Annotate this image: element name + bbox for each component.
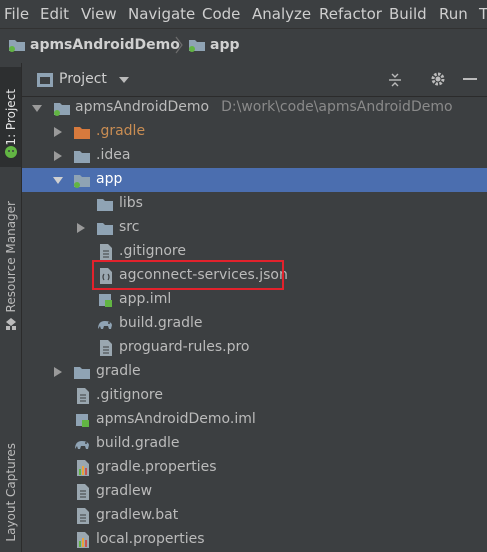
breadcrumb-project-label: apmsAndroidDemo [30,37,180,53]
tree-item-gradlew-bat[interactable]: gradlew.bat [22,504,487,528]
text-file-icon [100,340,112,356]
menu-refactor[interactable]: Refactor [319,5,382,23]
menu-view[interactable]: View [81,5,117,23]
menu-run[interactable]: Run [439,5,468,23]
text-file-icon [100,244,112,260]
breadcrumb-module-label: app [210,37,240,53]
tree-item-gradlew[interactable]: gradlew [22,480,487,504]
tree-item-app-build-gradle[interactable]: build.gradle [22,312,487,336]
tree-item-label: gradlew.bat [96,507,179,523]
menu-tools[interactable]: T [479,5,487,23]
chevron-right-icon[interactable] [52,150,64,162]
highlight-box [92,260,284,290]
tree-item-proguard-rules[interactable]: proguard-rules.pro [22,336,487,360]
menu-bar: File Edit View Navigate Code Analyze Ref… [0,0,487,28]
tree-item-path: D:\work\code\apmsAndroidDemo [221,99,453,115]
iml-file-icon [99,294,112,307]
module-folder-icon [74,175,90,188]
folder-icon [97,199,113,211]
tree-item-local-properties[interactable]: local.properties [22,528,487,552]
tree-item-label: libs [119,195,143,211]
tree-item-apmsandroiddemo[interactable]: apmsAndroidDemo D:\work\code\apmsAndroidD… [22,96,487,120]
tree-item-label: proguard-rules.pro [119,339,250,355]
chevron-right-icon[interactable] [52,366,64,378]
minimize-icon[interactable] [463,78,477,82]
properties-file-icon [77,532,89,548]
tool-window-strip: 1: Project Resource Manager Layout Captu… [0,63,22,552]
tree-item-label: .gitignore [96,387,163,403]
properties-file-icon [77,460,89,476]
breadcrumb: apmsAndroidDemo app [0,28,487,64]
tree-item-label: .idea [96,147,131,163]
gradle-icon [75,441,89,449]
text-file-icon [77,388,89,404]
gradle-icon [98,321,112,329]
module-folder-icon [9,40,25,52]
tree-item-idea[interactable]: .idea [22,144,487,168]
resource-manager-icon [6,318,16,330]
tree-item-label: gradle [96,363,141,379]
tab-layout-captures[interactable]: Layout Captures [0,435,21,549]
tree-item-label: app [96,171,123,187]
module-folder-icon [54,103,70,116]
tree-item-label: gradlew [96,483,153,499]
tree-item-label: .gradle [96,123,146,139]
tree-item-app[interactable]: app [22,168,487,192]
tree-item-label: src [119,219,140,235]
tree-item-gradle-cache[interactable]: .gradle [22,120,487,144]
android-icon [5,146,17,158]
folder-icon [97,223,113,235]
breadcrumb-project[interactable]: apmsAndroidDemo [8,37,180,53]
tab-layout-captures-label: Layout Captures [3,442,18,542]
tree-item-libs[interactable]: libs [22,192,487,216]
chevron-right-icon[interactable] [52,126,64,138]
tree-item-label: app.iml [119,291,172,307]
folder-icon [74,151,90,163]
tab-resource-manager[interactable]: Resource Manager [0,187,21,327]
tree-item-label: apmsAndroidDemo D:\work\code\apmsAndroidD… [75,99,453,115]
tree-item-label: build.gradle [119,315,203,331]
tree-item-label: gradle.properties [96,459,217,475]
tree-item-src[interactable]: src [22,216,487,240]
chevron-down-icon[interactable] [52,174,64,186]
tree-item-label: .gitignore [119,243,186,259]
tree-item-gradle-properties[interactable]: gradle.properties [22,456,487,480]
tree-item-label: local.properties [96,531,205,547]
chevron-right-icon [175,36,183,54]
module-folder-icon [189,40,205,52]
menu-file[interactable]: File [4,5,29,23]
project-panel: Project apmsAndroidDemo D:\work\code\apms… [22,63,487,552]
tree-item-gradle-folder[interactable]: gradle [22,360,487,384]
collapse-all-icon[interactable] [388,72,402,88]
panel-title[interactable]: Project [59,71,107,87]
panel-header: Project [22,63,487,97]
tree-item-app-iml[interactable]: app.iml [22,288,487,312]
tree-item-root-gitignore[interactable]: .gitignore [22,384,487,408]
menu-edit[interactable]: Edit [40,5,69,23]
folder-orange-icon [74,127,90,139]
tab-project-label: 1: Project [3,88,18,146]
tree-item-project-iml[interactable]: apmsAndroidDemo.iml [22,408,487,432]
folder-icon [74,367,90,379]
breadcrumb-module[interactable]: app [188,37,240,53]
tab-resource-manager-label: Resource Manager [3,201,18,313]
text-file-icon [77,484,89,500]
tree-item-label: build.gradle [96,435,180,451]
chevron-down-icon[interactable] [31,102,43,114]
menu-build[interactable]: Build [389,5,427,23]
menu-analyze[interactable]: Analyze [252,5,311,23]
iml-file-icon [76,414,89,427]
gear-icon[interactable] [430,71,446,87]
menu-code[interactable]: Code [202,5,240,23]
project-view-icon [37,73,53,87]
text-file-icon [77,508,89,524]
tree-item-root-build-gradle[interactable]: build.gradle [22,432,487,456]
tree-item-label: apmsAndroidDemo.iml [96,411,256,427]
chevron-right-icon[interactable] [75,222,87,234]
dropdown-arrow-icon[interactable] [119,77,129,83]
menu-navigate[interactable]: Navigate [128,5,195,23]
